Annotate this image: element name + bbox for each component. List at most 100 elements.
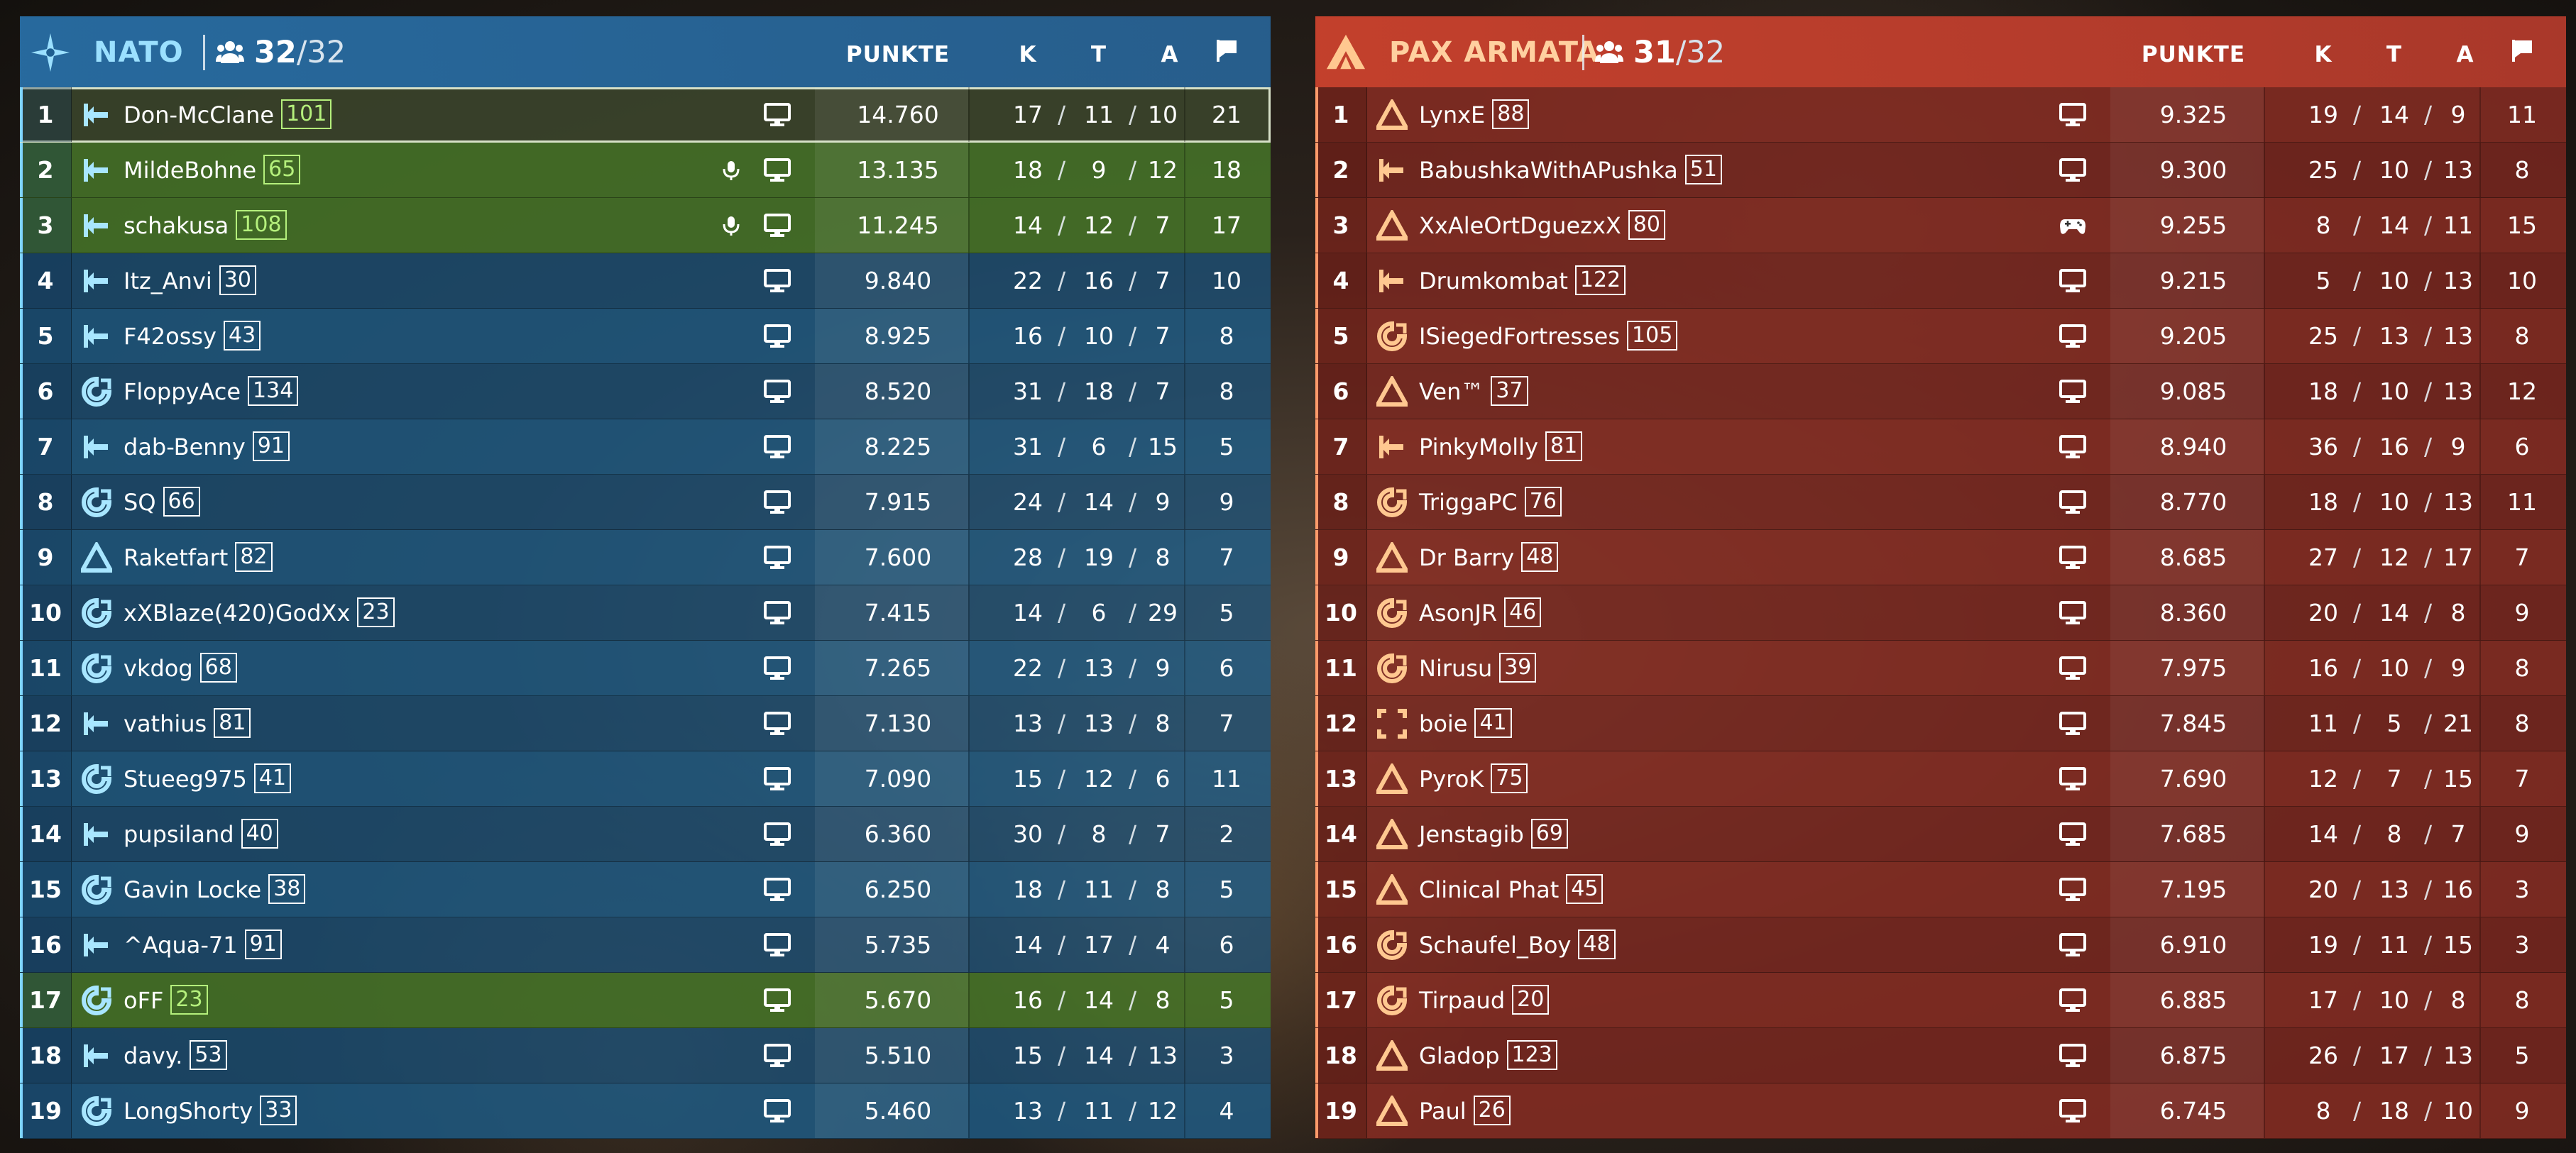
player-name[interactable]: PinkyMolly <box>1419 434 1538 460</box>
player-name[interactable]: pupsiland <box>124 821 234 848</box>
player-name-cell[interactable]: TriggaPC 76 <box>1419 475 1562 530</box>
player-row[interactable]: 12 boie 41 7.845 11/5/21 8 <box>1315 696 2566 751</box>
player-name-cell[interactable]: vkdog 68 <box>124 641 237 696</box>
player-name-cell[interactable]: MildeBohne 65 <box>124 143 301 198</box>
player-name[interactable]: Tirpaud <box>1419 987 1505 1014</box>
player-name[interactable]: davy. <box>124 1042 182 1069</box>
player-name[interactable]: BabushkaWithAPushka <box>1419 157 1678 184</box>
player-name[interactable]: xXBlaze(420)GodXx <box>124 600 350 627</box>
player-name-cell[interactable]: Paul 26 <box>1419 1083 1511 1139</box>
player-row[interactable]: 8 TriggaPC 76 8.770 18/10/13 11 <box>1315 475 2566 530</box>
column-header-kills[interactable]: K <box>2288 42 2359 67</box>
player-name-cell[interactable]: XxAleOrtDguezxX 80 <box>1419 198 1665 253</box>
player-row[interactable]: 14 Jenstagib 69 7.685 14/8/7 9 <box>1315 807 2566 862</box>
player-row[interactable]: 15 Clinical Phat 45 7.195 20/13/16 3 <box>1315 862 2566 917</box>
column-header-deaths[interactable]: T <box>1063 42 1134 67</box>
player-row[interactable]: 12 vathius 81 7.130 13/13/8 7 <box>20 696 1271 751</box>
player-row[interactable]: 18 davy. 53 5.510 15/14/13 3 <box>20 1028 1271 1083</box>
player-name-cell[interactable]: Jenstagib 69 <box>1419 807 1568 862</box>
player-name[interactable]: dab-Benny <box>124 434 246 460</box>
player-name[interactable]: TriggaPC <box>1419 489 1518 516</box>
player-name-cell[interactable]: Ven™ 37 <box>1419 364 1528 419</box>
player-row[interactable]: 17 oFF 23 5.670 16/14/8 5 <box>20 973 1271 1028</box>
player-row[interactable]: 14 pupsiland 40 6.360 30/8/7 2 <box>20 807 1271 862</box>
player-name-cell[interactable]: LongShorty 33 <box>124 1083 297 1139</box>
player-name[interactable]: boie <box>1419 710 1467 737</box>
player-name-cell[interactable]: Nirusu 39 <box>1419 641 1537 696</box>
player-row[interactable]: 1 Don-McClane 101 14.760 17/11/10 21 <box>20 87 1271 143</box>
player-name[interactable]: LongShorty <box>124 1098 253 1125</box>
player-name[interactable]: Ven™ <box>1419 378 1484 405</box>
player-name-cell[interactable]: Gavin Locke 38 <box>124 862 306 917</box>
player-row[interactable]: 2 BabushkaWithAPushka 51 9.300 25/10/13 8 <box>1315 143 2566 198</box>
player-name[interactable]: MildeBohne <box>124 157 256 184</box>
player-row[interactable]: 8 SQ 66 7.915 24/14/9 9 <box>20 475 1271 530</box>
player-row[interactable]: 16 Schaufel_Boy 48 6.910 19/11/15 3 <box>1315 917 2566 973</box>
player-name[interactable]: Drumkombat <box>1419 267 1568 294</box>
player-name[interactable]: Itz_Anvi <box>124 267 212 294</box>
player-name[interactable]: PyroK <box>1419 766 1484 793</box>
column-header-kills[interactable]: K <box>992 42 1063 67</box>
player-name-cell[interactable]: boie 41 <box>1419 696 1512 751</box>
player-name[interactable]: Jenstagib <box>1419 821 1524 848</box>
player-name-cell[interactable]: AsonJR 46 <box>1419 585 1542 641</box>
player-name[interactable]: LynxE <box>1419 101 1485 128</box>
player-row[interactable]: 4 Itz_Anvi 30 9.840 22/16/7 10 <box>20 253 1271 309</box>
player-name[interactable]: AsonJR <box>1419 600 1497 627</box>
column-header-deaths[interactable]: T <box>2359 42 2430 67</box>
player-row[interactable]: 7 PinkyMolly 81 8.940 36/16/9 6 <box>1315 419 2566 475</box>
column-header-assists[interactable]: A <box>1134 42 1205 67</box>
player-name[interactable]: Don-McClane <box>124 101 274 128</box>
player-name[interactable]: FloppyAce <box>124 378 241 405</box>
player-row[interactable]: 6 Ven™ 37 9.085 18/10/13 12 <box>1315 364 2566 419</box>
player-name[interactable]: XxAleOrtDguezxX <box>1419 212 1621 239</box>
player-name[interactable]: schakusa <box>124 212 229 239</box>
player-name[interactable]: oFF <box>124 987 163 1014</box>
player-name[interactable]: Raketfart <box>124 544 228 571</box>
player-name[interactable]: Clinical Phat <box>1419 876 1559 903</box>
player-name-cell[interactable]: davy. 53 <box>124 1028 227 1083</box>
objective-flag-icon[interactable] <box>1214 38 1239 63</box>
player-name-cell[interactable]: Dr Barry 48 <box>1419 530 1559 585</box>
player-name[interactable]: vkdog <box>124 655 193 682</box>
player-name-cell[interactable]: PinkyMolly 81 <box>1419 419 1583 475</box>
player-row[interactable]: 3 XxAleOrtDguezxX 80 9.255 8/14/11 15 <box>1315 198 2566 253</box>
player-name-cell[interactable]: F42ossy 43 <box>124 309 261 364</box>
player-name-cell[interactable]: xXBlaze(420)GodXx 23 <box>124 585 395 641</box>
player-row[interactable]: 1 LynxE 88 9.325 19/14/9 11 <box>1315 87 2566 143</box>
player-name-cell[interactable]: schakusa 108 <box>124 198 287 253</box>
player-name[interactable]: ^Aqua-71 <box>124 932 238 959</box>
player-name-cell[interactable]: Tirpaud 20 <box>1419 973 1550 1028</box>
player-row[interactable]: 5 ISiegedFortresses 105 9.205 25/13/13 8 <box>1315 309 2566 364</box>
player-name-cell[interactable]: Drumkombat 122 <box>1419 253 1626 309</box>
player-name-cell[interactable]: BabushkaWithAPushka 51 <box>1419 143 1722 198</box>
player-row[interactable]: 19 LongShorty 33 5.460 13/11/12 4 <box>20 1083 1271 1139</box>
player-row[interactable]: 15 Gavin Locke 38 6.250 18/11/8 5 <box>20 862 1271 917</box>
player-row[interactable]: 5 F42ossy 43 8.925 16/10/7 8 <box>20 309 1271 364</box>
player-name-cell[interactable]: Don-McClane 101 <box>124 87 332 143</box>
player-row[interactable]: 11 vkdog 68 7.265 22/13/9 6 <box>20 641 1271 696</box>
player-name[interactable]: SQ <box>124 489 156 516</box>
player-name-cell[interactable]: ISiegedFortresses 105 <box>1419 309 1678 364</box>
player-row[interactable]: 18 Gladop 123 6.875 26/17/13 5 <box>1315 1028 2566 1083</box>
column-header-score[interactable]: PUNKTE <box>2122 42 2264 67</box>
player-row[interactable]: 11 Nirusu 39 7.975 16/10/9 8 <box>1315 641 2566 696</box>
player-name-cell[interactable]: Itz_Anvi 30 <box>124 253 256 309</box>
player-name[interactable]: F42ossy <box>124 323 217 350</box>
player-name[interactable]: vathius <box>124 710 207 737</box>
player-name[interactable]: Schaufel_Boy <box>1419 932 1571 959</box>
player-name[interactable]: Gavin Locke <box>124 876 261 903</box>
player-name-cell[interactable]: FloppyAce 134 <box>124 364 299 419</box>
player-name-cell[interactable]: Clinical Phat 45 <box>1419 862 1604 917</box>
player-name-cell[interactable]: PyroK 75 <box>1419 751 1528 807</box>
player-name[interactable]: ISiegedFortresses <box>1419 323 1620 350</box>
player-row[interactable]: 6 FloppyAce 134 8.520 31/18/7 8 <box>20 364 1271 419</box>
objective-flag-icon[interactable] <box>2509 38 2535 63</box>
player-row[interactable]: 13 Stueeg975 41 7.090 15/12/6 11 <box>20 751 1271 807</box>
player-name-cell[interactable]: dab-Benny 91 <box>124 419 290 475</box>
player-name-cell[interactable]: ^Aqua-71 91 <box>124 917 282 973</box>
player-name-cell[interactable]: Stueeg975 41 <box>124 751 292 807</box>
player-name-cell[interactable]: SQ 66 <box>124 475 200 530</box>
player-name-cell[interactable]: Raketfart 82 <box>124 530 273 585</box>
column-header-score[interactable]: PUNKTE <box>827 42 969 67</box>
